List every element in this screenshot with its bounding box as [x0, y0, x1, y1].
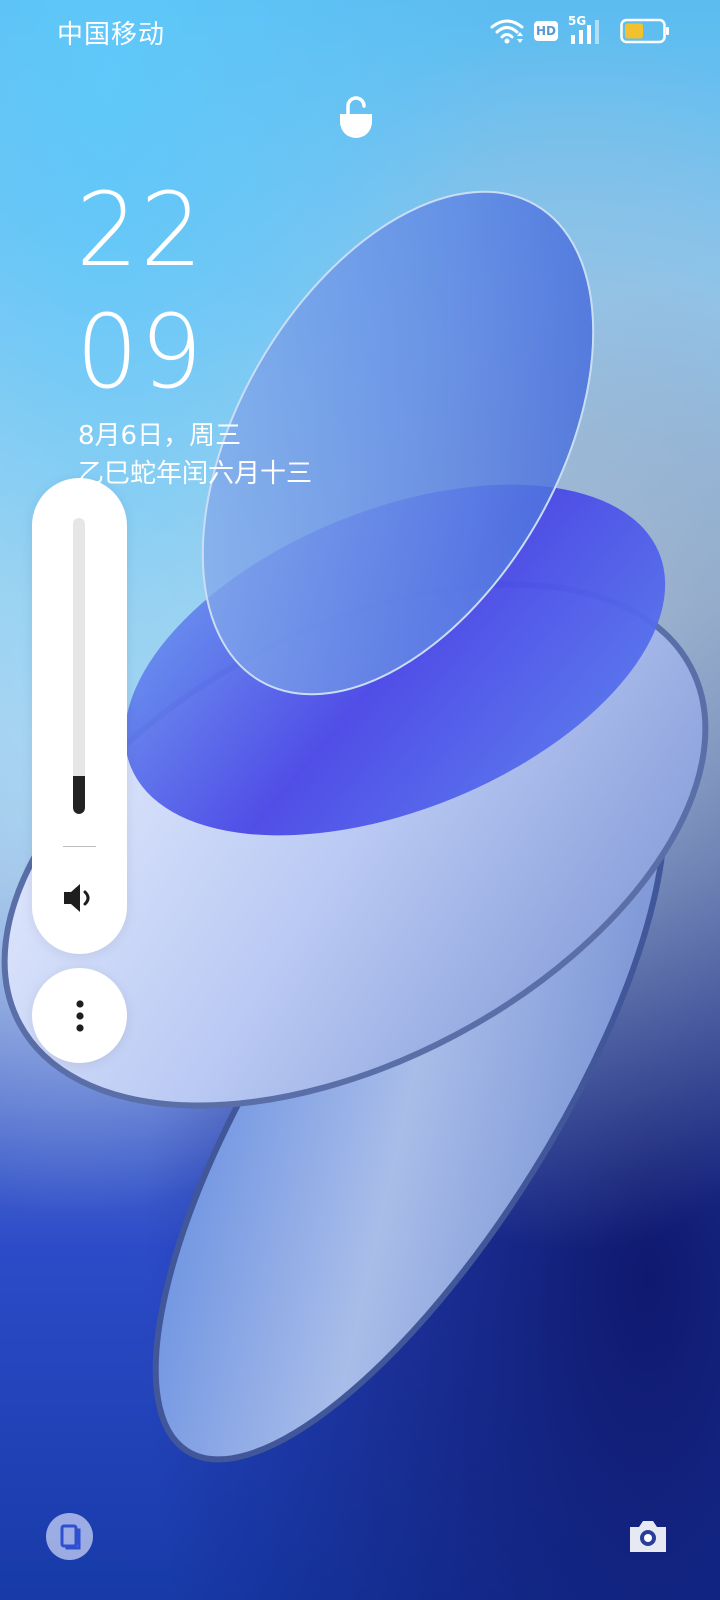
- battery-fill: [625, 23, 643, 39]
- signal-indicator: 5G: [568, 14, 604, 45]
- volume-panel: [32, 478, 127, 954]
- lunar-date-text: 乙巳蛇年闰六月十三: [78, 459, 313, 489]
- carrier-name: 中国移动: [57, 20, 166, 50]
- status-icons: HD 5G: [490, 14, 670, 46]
- wifi-icon: [490, 19, 524, 44]
- status-bar: 中国移动 HD 5G: [0, 0, 720, 64]
- camera-shortcut-button[interactable]: [624, 1512, 672, 1560]
- date-text: 8月6日，周三: [78, 421, 242, 451]
- more-vertical-icon: [75, 999, 84, 1032]
- volume-divider: [63, 846, 96, 847]
- speaker-icon[interactable]: [61, 880, 97, 916]
- lock-screen: 中国移动 HD 5G 22 09 8月6日，周三 乙巳蛇年闰六月十三: [0, 0, 720, 1600]
- left-shortcut-button[interactable]: [46, 1513, 93, 1560]
- battery-icon: [620, 18, 669, 44]
- volume-more-button[interactable]: [32, 968, 127, 1063]
- hd-badge: HD: [534, 21, 558, 41]
- camera-icon: [630, 1521, 666, 1552]
- clock-minute: 09: [76, 293, 205, 412]
- signal-bars-icon: [571, 20, 599, 44]
- volume-slider[interactable]: [73, 518, 85, 814]
- clock-hour: 22: [76, 171, 205, 290]
- lock-icon: [340, 96, 372, 138]
- app-shortcut-icon: [60, 1524, 80, 1549]
- volume-level-fill: [73, 776, 85, 814]
